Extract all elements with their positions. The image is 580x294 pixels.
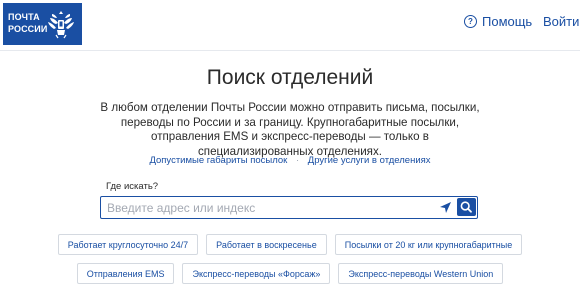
location-arrow-icon[interactable]	[439, 201, 452, 214]
help-link[interactable]: ? Помощь	[464, 14, 532, 29]
description-text: В любом отделении Почты России можно отп…	[100, 101, 480, 158]
links-separator: ·	[295, 155, 300, 166]
logo[interactable]: ПОЧТА РОССИИ	[3, 3, 82, 45]
search-label: Где искать?	[106, 181, 159, 192]
filter-row-1: Работает круглосуточно 24/7 Работает в в…	[0, 234, 580, 255]
filter-24-7[interactable]: Работает круглосуточно 24/7	[57, 234, 199, 255]
filter-ems[interactable]: Отправления EMS	[76, 263, 175, 284]
other-services-link[interactable]: Другие услуги в отделениях	[308, 155, 431, 166]
page: ПОЧТА РОССИИ ? Помощь Войти Поиск отделе…	[0, 0, 580, 294]
double-headed-eagle-icon	[48, 11, 74, 39]
filter-forsazh[interactable]: Экспресс-переводы «Форсаж»	[182, 263, 331, 284]
filter-heavy-parcels[interactable]: Посылки от 20 кг или крупногабаритные	[334, 234, 523, 255]
search-box	[100, 196, 478, 219]
help-label: Помощь	[482, 14, 533, 29]
filter-row-2: Отправления EMS Экспресс-переводы «Форса…	[0, 263, 580, 284]
page-title: Поиск отделений	[206, 66, 374, 89]
magnifier-icon	[460, 201, 472, 213]
logo-text: ПОЧТА РОССИИ	[8, 12, 48, 34]
search-input[interactable]	[107, 198, 427, 217]
login-link[interactable]: Войти	[543, 14, 579, 29]
header: ПОЧТА РОССИИ ? Помощь Войти	[0, 0, 580, 51]
search-button[interactable]	[457, 198, 476, 216]
question-circle-icon: ?	[464, 15, 477, 28]
info-links: Допустимые габариты посылок · Другие усл…	[0, 155, 580, 166]
filter-western-union[interactable]: Экспресс-переводы Western Union	[338, 263, 504, 284]
parcel-dimensions-link[interactable]: Допустимые габариты посылок	[149, 155, 287, 166]
filter-sunday[interactable]: Работает в воскресенье	[206, 234, 327, 255]
